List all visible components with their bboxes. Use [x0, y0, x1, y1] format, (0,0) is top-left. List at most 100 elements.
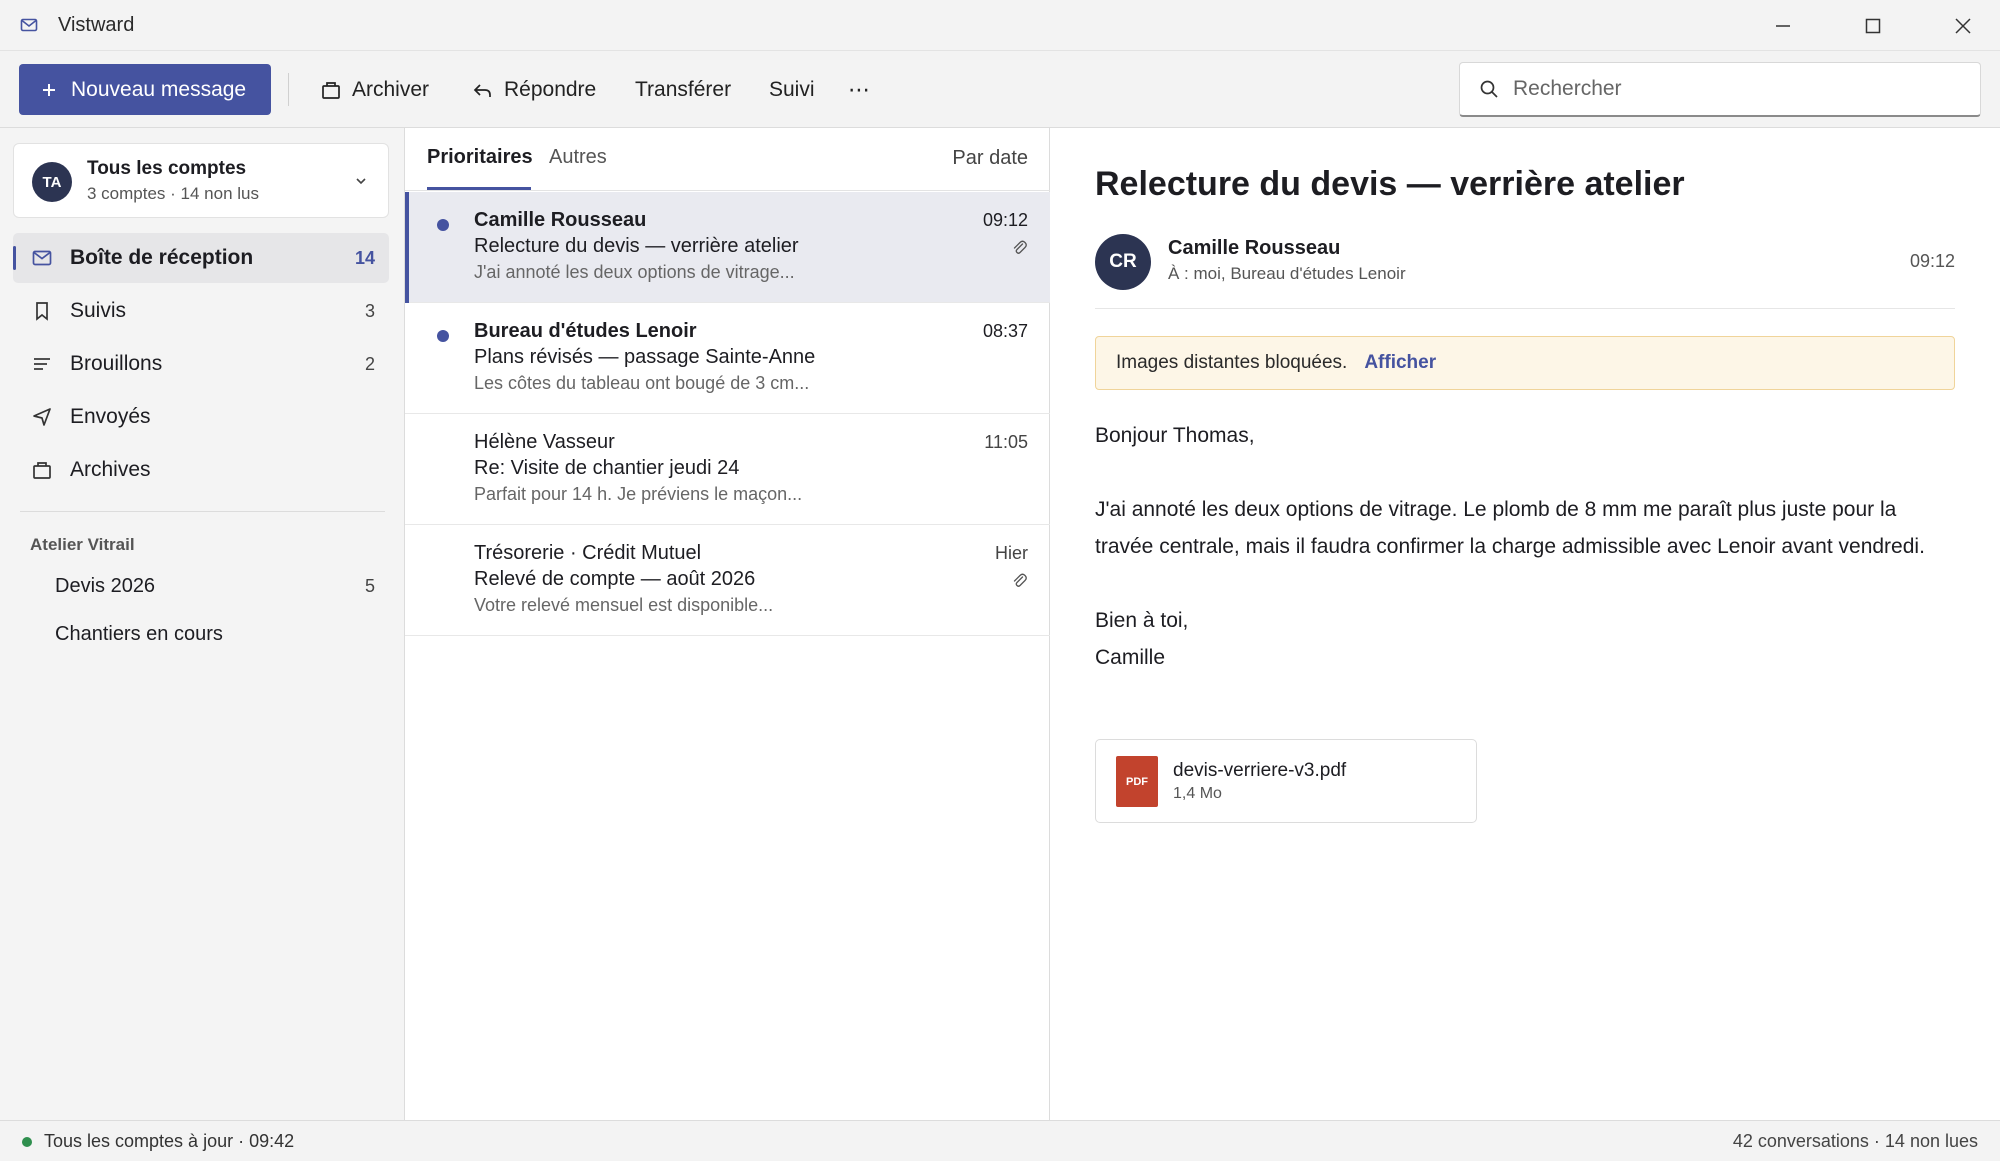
minimize-icon — [1774, 17, 1792, 35]
email-body: Bonjour Thomas, J'ai annoté les deux opt… — [1095, 417, 1955, 676]
message-sender: Camille Rousseau — [474, 209, 647, 231]
search-box[interactable] — [1459, 62, 1981, 117]
folder-label: Devis 2026 — [55, 574, 156, 597]
list-item[interactable]: Camille Rousseau Relecture du devis — ve… — [405, 192, 1050, 303]
remote-images-banner: Images distantes bloquées. Afficher — [1095, 336, 1955, 390]
drafts-icon — [31, 353, 53, 375]
folder-label: Chantiers en cours — [55, 622, 223, 645]
attachment-card[interactable]: PDF devis-verriere-v3.pdf 1,4 Mo — [1095, 739, 1477, 823]
toolbar: Nouveau message Archiver Répondre Transf… — [0, 51, 2000, 128]
toolbar-divider — [288, 73, 289, 106]
attachment-icon — [1010, 238, 1028, 256]
item-count: 2 — [364, 353, 375, 374]
close-icon — [1954, 17, 1972, 35]
sync-status-dot — [22, 1137, 32, 1147]
conversation-count: 42 conversations · 14 non lues — [1732, 1131, 1978, 1151]
email-greeting: Bonjour Thomas, — [1095, 424, 1255, 447]
account-subtitle: 3 comptes · 14 non lus — [87, 184, 259, 203]
folder-chantiers-en-cours[interactable]: Chantiers en cours — [13, 612, 389, 656]
sidebar-item-label: Suivis — [70, 299, 127, 322]
sidebar-item-label: Brouillons — [70, 352, 163, 375]
reply-button[interactable]: Répondre — [472, 64, 596, 115]
email-sender[interactable]: Camille Rousseau — [1168, 237, 1340, 260]
account-switcher[interactable]: TA Tous les comptes 3 comptes · 14 non l… — [13, 143, 389, 218]
unread-count: 14 — [354, 247, 375, 268]
active-tab-indicator — [427, 187, 531, 190]
list-item[interactable]: Bureau d'études Lenoir Plans révisés — p… — [405, 303, 1050, 414]
sidebar-item-label: Envoyés — [70, 405, 151, 428]
title-bar: Vistward — [0, 0, 2000, 51]
sidebar-divider — [20, 511, 385, 512]
more-options-button[interactable]: ⋯ — [848, 64, 871, 115]
search-input[interactable] — [1513, 77, 1953, 101]
folder-count: 5 — [364, 575, 375, 596]
list-item[interactable]: Trésorerie · Crédit Mutuel Relevé de com… — [405, 525, 1050, 636]
sidebar: TA Tous les comptes 3 comptes · 14 non l… — [0, 128, 405, 1120]
sync-status-text: Tous les comptes à jour · 09:42 — [44, 1131, 295, 1151]
show-images-link[interactable]: Afficher — [1364, 352, 1436, 374]
pdf-file-icon: PDF — [1116, 756, 1158, 807]
list-item[interactable]: Hélène Vasseur Re: Visite de chantier je… — [405, 414, 1050, 525]
email-signature: Camille — [1095, 646, 1166, 669]
unread-dot — [437, 330, 449, 342]
new-message-label: Nouveau message — [71, 77, 247, 101]
forward-label: Transférer — [635, 77, 732, 101]
folder-group-title: Atelier Vitrail — [30, 535, 135, 554]
archive-button[interactable]: Archiver — [320, 64, 429, 115]
message-sender: Bureau d'études Lenoir — [474, 320, 697, 342]
header-divider — [1095, 308, 1955, 309]
search-icon — [1479, 79, 1499, 99]
minimize-button[interactable] — [1753, 0, 1813, 51]
message-subject: Re: Visite de chantier jeudi 24 — [474, 457, 740, 479]
new-message-button[interactable]: Nouveau message — [19, 64, 271, 115]
window-title: Vistward — [58, 14, 135, 36]
email-recipients: À : moi, Bureau d'études Lenoir — [1168, 264, 1406, 283]
sidebar-item-suivis[interactable]: Suivis 3 — [13, 286, 389, 336]
tab-autres[interactable]: Autres — [549, 146, 607, 169]
reply-label: Répondre — [504, 77, 597, 101]
message-list: Prioritaires Autres Par date Camille Rou… — [405, 128, 1050, 1120]
bookmark-icon — [31, 300, 53, 322]
chevron-down-icon — [354, 174, 368, 188]
avatar: TA — [32, 162, 72, 202]
email-time: 09:12 — [1909, 251, 1955, 271]
archive-icon — [31, 459, 53, 481]
message-subject: Relevé de compte — août 2026 — [474, 568, 756, 590]
more-icon: ⋯ — [848, 76, 871, 102]
forward-button[interactable]: Transférer — [635, 64, 731, 115]
email-paragraph: J'ai annoté les deux options de vitrage.… — [1095, 498, 1925, 558]
attachment-name: devis-verriere-v3.pdf — [1173, 760, 1347, 781]
sidebar-item-brouillons[interactable]: Brouillons 2 — [13, 339, 389, 389]
email-subject: Relecture du devis — verrière atelier — [1095, 165, 1685, 203]
message-subject: Plans révisés — passage Sainte-Anne — [474, 346, 816, 368]
avatar: CR — [1095, 234, 1151, 290]
send-icon — [31, 406, 53, 428]
folder-devis-2026[interactable]: Devis 2026 5 — [13, 564, 389, 608]
banner-text: Images distantes bloquées. — [1116, 352, 1348, 373]
message-preview: Votre relevé mensuel est disponible... — [474, 595, 774, 615]
maximize-button[interactable] — [1843, 0, 1903, 51]
sidebar-item-envoyes[interactable]: Envoyés — [13, 392, 389, 442]
attachment-icon — [1010, 571, 1028, 589]
message-subject: Relecture du devis — verrière atelier — [474, 235, 799, 257]
account-title: Tous les comptes — [87, 158, 247, 179]
follow-button[interactable]: Suivi — [769, 64, 815, 115]
unread-dot — [437, 219, 449, 231]
message-time: 09:12 — [982, 210, 1028, 230]
list-tabs: Prioritaires Autres Par date — [405, 128, 1050, 191]
message-time: 08:37 — [982, 321, 1028, 341]
message-preview: Parfait pour 14 h. Je préviens le maçon.… — [474, 484, 803, 504]
tab-prioritaires[interactable]: Prioritaires — [427, 146, 533, 169]
mail-icon — [20, 16, 38, 34]
message-sender: Trésorerie · Crédit Mutuel — [474, 542, 702, 564]
plus-icon — [41, 82, 57, 98]
close-button[interactable] — [1933, 0, 1993, 51]
sort-dropdown[interactable]: Par date — [952, 147, 1028, 170]
reply-icon — [472, 79, 494, 101]
follow-label: Suivi — [769, 77, 815, 101]
message-preview: J'ai annoté les deux options de vitrage.… — [474, 262, 795, 282]
message-time: 11:05 — [984, 432, 1028, 452]
reading-pane: Relecture du devis — verrière atelier CR… — [1050, 128, 2000, 1120]
sidebar-item-inbox[interactable]: Boîte de réception 14 — [13, 233, 389, 283]
sidebar-item-archives[interactable]: Archives — [13, 445, 389, 495]
